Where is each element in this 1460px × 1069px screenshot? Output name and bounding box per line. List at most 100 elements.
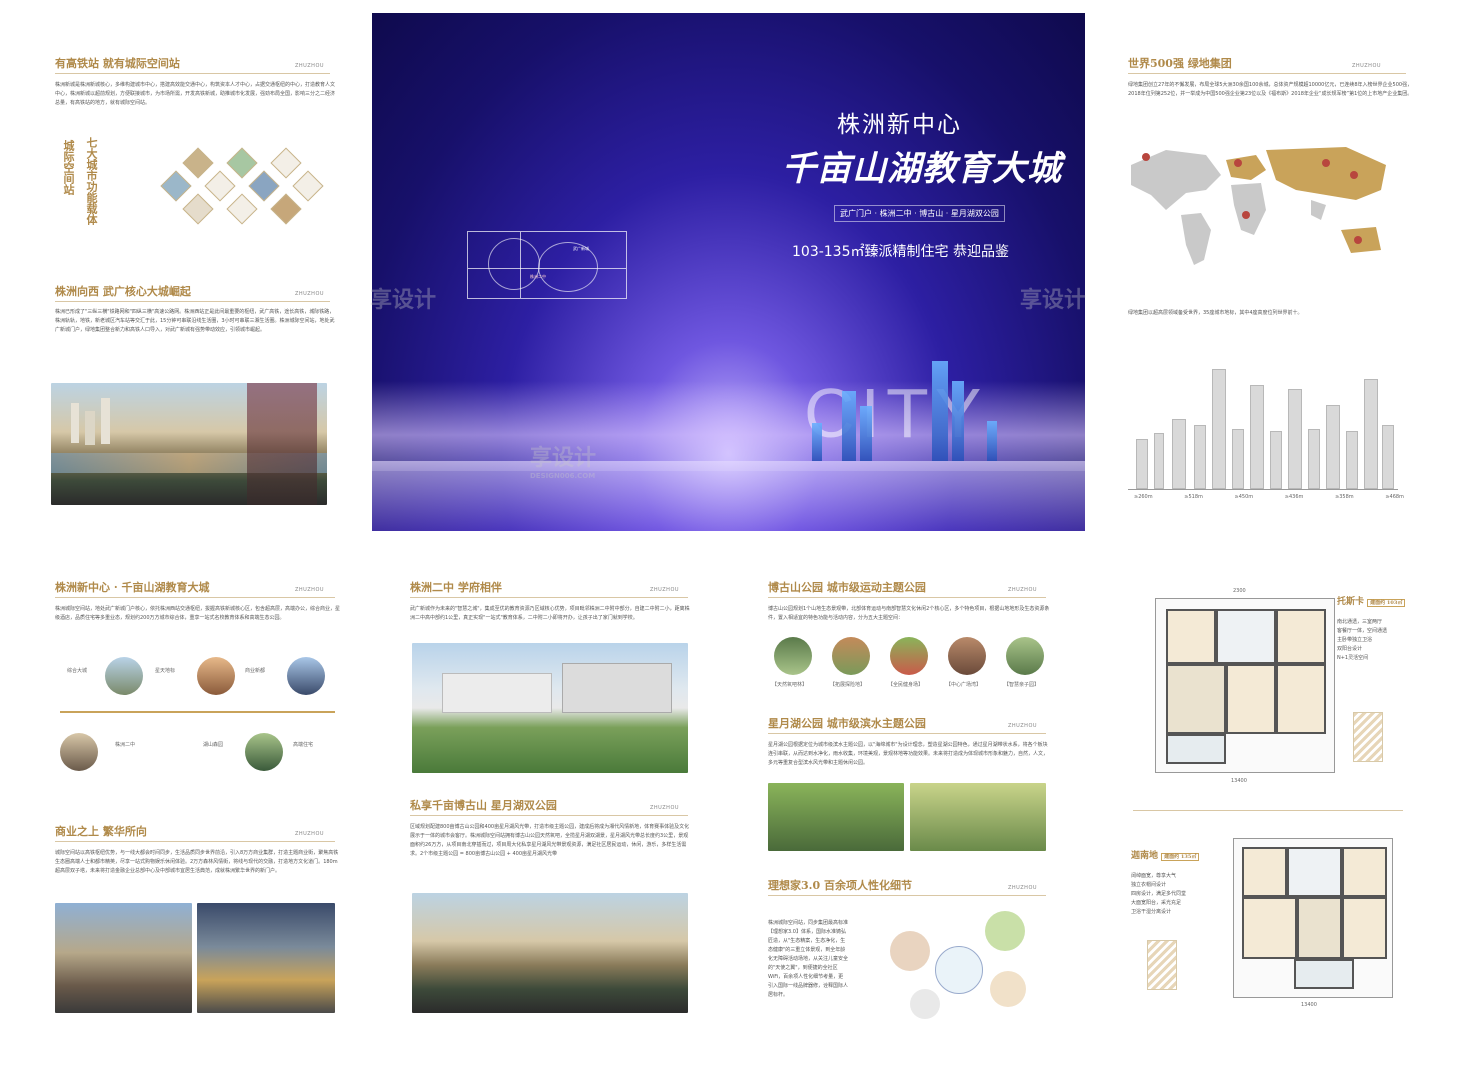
- children-running-photo: [910, 783, 1046, 851]
- section-tag: ZHUZHOU: [1008, 885, 1038, 891]
- park-photo: [412, 893, 688, 1013]
- paragraph: 城际空间站以高铁枢纽优势，与一线大都会时间同步，生活品质同步世界前沿，引入8万方…: [55, 850, 339, 874]
- watermark-sub: DESIGN006.COM: [530, 472, 596, 480]
- park-circle-photo: [1006, 637, 1044, 675]
- paragraph: 株洲已形成了"三纵三横"铁路网和"四纵三横"高速公路网。株洲西站正是此间最重要的…: [55, 309, 335, 333]
- unit-name: 迦南地: [1131, 851, 1159, 861]
- unit-title-2: 迦南地 建面约 135㎡: [1131, 848, 1200, 861]
- paragraph: 武广新城作为未来的"智慧之城"，集成至优的教育资源乃区域核心优势，项目毗邻株洲二…: [410, 606, 690, 621]
- room: [1166, 664, 1226, 734]
- divider: [55, 841, 335, 842]
- vertical-title: 城际空间站: [62, 140, 75, 195]
- watermark: 享设计 DESIGN006.COM: [530, 440, 596, 480]
- room: [1297, 897, 1342, 959]
- height-label: ≥450m: [1234, 494, 1254, 500]
- page-bottom-left: 株洲新中心 · 千亩山湖教育大城 ZHUZHOU 株洲城际空间站，地处武广新城门…: [45, 565, 345, 1045]
- floor-plan-1: [1155, 598, 1335, 773]
- world-map: [1131, 147, 1386, 265]
- section-tag: ZHUZHOU: [295, 63, 325, 69]
- room: [1166, 609, 1216, 664]
- family-cycling-photo: [768, 783, 904, 851]
- section-title: 博古山公园 城市级运动主题公园: [768, 581, 926, 594]
- watermark: 享设计: [370, 282, 436, 314]
- tower: [1154, 433, 1164, 489]
- location-map: 武广新城 株洲二中: [467, 231, 627, 299]
- key-plan-1: [1353, 712, 1383, 762]
- room: [1294, 959, 1354, 989]
- circle-label: 【智慧亲子园】: [1004, 682, 1040, 688]
- room: [1342, 847, 1387, 897]
- room: [1342, 897, 1387, 959]
- note: 大面宽阳台，采光充足: [1131, 900, 1182, 906]
- feature-cluster: [890, 911, 1030, 1021]
- node-photo: [287, 657, 325, 695]
- section-title: 有高铁站 就有城际空间站: [55, 57, 180, 70]
- note: 双阳台设计: [1337, 646, 1363, 652]
- tower: [1364, 379, 1378, 489]
- dim-label: 13400: [1301, 1002, 1317, 1008]
- section-tag: ZHUZHOU: [1008, 723, 1038, 729]
- node-photo: [105, 657, 143, 695]
- room: [1216, 609, 1276, 664]
- node-label: 星天地标: [155, 668, 176, 674]
- height-label: ≥518m: [1184, 494, 1203, 500]
- section-tag: ZHUZHOU: [650, 805, 680, 811]
- section-title: 私享千亩博古山 星月湖双公园: [410, 799, 557, 812]
- map-label: 株洲二中: [530, 274, 546, 279]
- node-photo: [245, 733, 283, 771]
- section-title: 株洲向西 武广核心大城崛起: [55, 285, 191, 298]
- room: [1276, 609, 1326, 664]
- watermark-text: 享设计: [1020, 288, 1087, 313]
- note: 南北通透，三室两厅: [1337, 619, 1383, 625]
- section-title: 商业之上 繁华所向: [55, 825, 147, 838]
- key-plan-2: [1147, 940, 1177, 990]
- feature-photo: [985, 911, 1025, 951]
- divider: [410, 597, 688, 598]
- cover-title: 株洲新中心: [837, 112, 962, 138]
- divider: [55, 597, 335, 598]
- tower: [1250, 385, 1264, 489]
- brochure-cover: 株洲新中心 千亩山湖教育大城 武广门户 · 株洲二中 · 博古山 · 星月湖双公…: [372, 13, 1085, 531]
- unit-area: 建面约 135㎡: [1161, 853, 1200, 861]
- floor-plan-2: [1233, 838, 1393, 998]
- map-label: 武广新城: [573, 246, 589, 251]
- unit-area: 建面约 103㎡: [1367, 599, 1406, 607]
- skyline-building: [842, 391, 856, 461]
- circle-label: 【全民健身场】: [888, 682, 924, 688]
- skyline-building: [812, 423, 822, 461]
- skyline-comparison: [1128, 345, 1398, 490]
- node-label: 株洲二中: [115, 742, 136, 748]
- skyline-building: [860, 406, 872, 461]
- feature-photo: [890, 931, 930, 971]
- divider: [768, 597, 1046, 598]
- note: 四房设计，满足多代同堂: [1131, 891, 1187, 897]
- function-diamond-grid: [155, 140, 330, 240]
- section-tag: ZHUZHOU: [650, 587, 680, 593]
- commercial-street-photo: [197, 903, 335, 1013]
- cover-area-text: 103-135㎡臻派精制住宅 恭迎品鉴: [792, 244, 1009, 260]
- paragraph: 株洲城际空间站，地处武广新城门户核心，依托株洲西站交通枢纽，拔握高铁新城核心区，…: [55, 606, 341, 621]
- page-top-right: 世界500强 绿地集团 ZHUZHOU 绿地集团创立27年的不懈发展，布局全球5…: [1120, 45, 1420, 515]
- section-tag: ZHUZHOU: [1352, 63, 1382, 69]
- divider: [1128, 73, 1406, 74]
- vertical-subtitle: 七大城市功能载体: [85, 137, 98, 225]
- height-label: ≥436m: [1284, 494, 1304, 500]
- tower: [1270, 431, 1282, 489]
- note: 独立衣帽间设计: [1131, 882, 1167, 888]
- node-label: 湖山森园: [203, 742, 224, 748]
- water-reflection: [372, 461, 1085, 531]
- section-tag: ZHUZHOU: [295, 831, 325, 837]
- divider: [410, 815, 688, 816]
- divider: [55, 301, 330, 302]
- cover-subtitle: 武广门户 · 株洲二中 · 博古山 · 星月湖双公园: [834, 205, 1005, 222]
- tower: [1172, 419, 1186, 489]
- node-photo: [60, 733, 98, 771]
- room: [1276, 664, 1326, 734]
- page-top-left: 有高铁站 就有城际空间站 ZHUZHOU 株洲新城是株洲新城核心，多维构建城市中…: [45, 45, 340, 515]
- divider: [55, 73, 330, 74]
- skyline-building: [952, 381, 964, 461]
- height-label: ≥468m: [1385, 494, 1404, 500]
- watermark: 享设计: [1020, 282, 1086, 314]
- unit-title-1: 托斯卡 建面约 103㎡: [1337, 594, 1406, 607]
- timeline-line: [60, 711, 335, 713]
